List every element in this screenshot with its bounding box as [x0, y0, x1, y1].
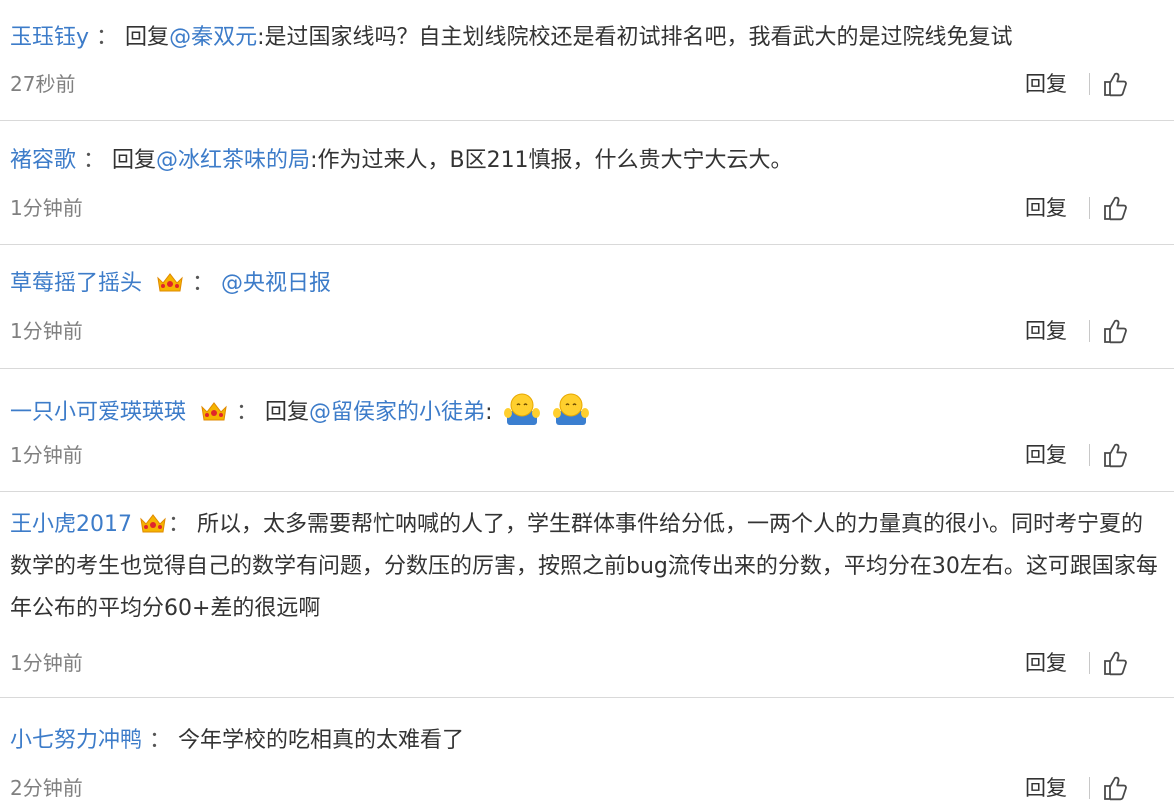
timestamp: 1分钟前 — [10, 651, 83, 675]
comment-line: 玉珏钰y ： 回复@秦双元:是过国家线吗？自主划线院校还是看初试排名吧，我看武大… — [10, 21, 1013, 55]
username-link[interactable]: 一只小可爱瑛瑛瑛 — [10, 400, 186, 425]
timestamp: 27秒前 — [10, 72, 76, 96]
reply-button[interactable]: 回复 — [1025, 70, 1067, 98]
reply-prefix: 回复 — [125, 25, 170, 50]
comment-item: 褚容歌 ： 回复@冰红茶味的局:作为过来人，B区211慎报，什么贵大宁大云大。 … — [0, 121, 1174, 245]
colon-separator: ： — [168, 512, 191, 537]
action-divider — [1089, 652, 1090, 674]
comment-actions: 回复 — [1025, 70, 1130, 98]
action-divider — [1089, 73, 1090, 95]
reply-button[interactable]: 回复 — [1025, 774, 1067, 802]
timestamp: 1分钟前 — [10, 443, 83, 467]
colon-separator: ： — [236, 400, 259, 425]
comment-item: 草莓摇了摇头 ： @央视日报 1分钟前 回复 — [0, 245, 1174, 369]
comment-line: 王小虎2017 ： 所以，太多需要帮忙呐喊的人了，学生群体事件给分低，一两个人的… — [10, 504, 1160, 630]
comment-item: 小七努力冲鸭 ： 今年学校的吃相真的太难看了 2分钟前 回复 — [0, 698, 1174, 804]
thumbs-up-icon[interactable] — [1102, 70, 1130, 98]
colon-separator: ： — [192, 271, 215, 296]
thumbs-up-icon[interactable] — [1102, 317, 1130, 345]
vip-crown-icon — [201, 402, 227, 421]
action-divider — [1089, 444, 1090, 466]
comment-item: 王小虎2017 ： 所以，太多需要帮忙呐喊的人了，学生群体事件给分低，一两个人的… — [0, 492, 1174, 698]
action-divider — [1089, 777, 1090, 799]
comment-actions: 回复 — [1025, 441, 1130, 469]
hug-emoji-icon — [553, 393, 590, 425]
timestamp: 1分钟前 — [10, 319, 83, 343]
reply-prefix: 回复 — [112, 148, 157, 173]
comment-text: :作为过来人，B区211慎报，什么贵大宁大云大。 — [310, 148, 793, 173]
action-divider — [1089, 197, 1090, 219]
mention-link[interactable]: @冰红茶味的局 — [156, 148, 310, 173]
username-link[interactable]: 小七努力冲鸭 — [10, 728, 142, 753]
timestamp: 2分钟前 — [10, 776, 83, 800]
thumbs-up-icon[interactable] — [1102, 649, 1130, 677]
comment-text: :是过国家线吗？自主划线院校还是看初试排名吧，我看武大的是过院线免复试 — [257, 25, 1013, 50]
comment-actions: 回复 — [1025, 317, 1130, 345]
comment-text: : — [485, 400, 493, 425]
mention-link[interactable]: @留侯家的小徒弟 — [309, 400, 485, 425]
comment-actions: 回复 — [1025, 194, 1130, 222]
reply-button[interactable]: 回复 — [1025, 194, 1067, 222]
vip-crown-icon — [140, 514, 166, 533]
mention-link[interactable]: @央视日报 — [221, 271, 331, 296]
reply-button[interactable]: 回复 — [1025, 441, 1067, 469]
username-link[interactable]: 王小虎2017 — [10, 512, 132, 537]
username-link[interactable]: 草莓摇了摇头 — [10, 271, 142, 296]
comment-item: 玉珏钰y ： 回复@秦双元:是过国家线吗？自主划线院校还是看初试排名吧，我看武大… — [0, 0, 1174, 121]
vip-crown-icon — [157, 273, 183, 292]
username-link[interactable]: 褚容歌 — [10, 148, 76, 173]
comment-text: 今年学校的吃相真的太难看了 — [178, 728, 465, 753]
colon-separator: ： — [83, 148, 106, 173]
reply-button[interactable]: 回复 — [1025, 317, 1067, 345]
comment-line: 一只小可爱瑛瑛瑛 ： 回复@留侯家的小徒弟: — [10, 391, 590, 430]
timestamp: 1分钟前 — [10, 196, 83, 220]
hug-emoji-icon — [504, 393, 541, 425]
comment-item: 一只小可爱瑛瑛瑛 ： 回复@留侯家的小徒弟: 1分钟前 回复 — [0, 369, 1174, 492]
username-link[interactable]: 玉珏钰y — [10, 25, 89, 50]
colon-separator: ： — [149, 728, 172, 753]
comment-line: 草莓摇了摇头 ： @央视日报 — [10, 267, 331, 301]
action-divider — [1089, 320, 1090, 342]
mention-link[interactable]: @秦双元 — [169, 25, 257, 50]
comment-actions: 回复 — [1025, 774, 1130, 802]
thumbs-up-icon[interactable] — [1102, 774, 1130, 802]
comment-line: 褚容歌 ： 回复@冰红茶味的局:作为过来人，B区211慎报，什么贵大宁大云大。 — [10, 144, 793, 178]
thumbs-up-icon[interactable] — [1102, 441, 1130, 469]
reply-prefix: 回复 — [265, 400, 310, 425]
comment-actions: 回复 — [1025, 649, 1130, 677]
reply-button[interactable]: 回复 — [1025, 649, 1067, 677]
thumbs-up-icon[interactable] — [1102, 194, 1130, 222]
colon-separator: ： — [96, 25, 119, 50]
comment-line: 小七努力冲鸭 ： 今年学校的吃相真的太难看了 — [10, 724, 464, 758]
